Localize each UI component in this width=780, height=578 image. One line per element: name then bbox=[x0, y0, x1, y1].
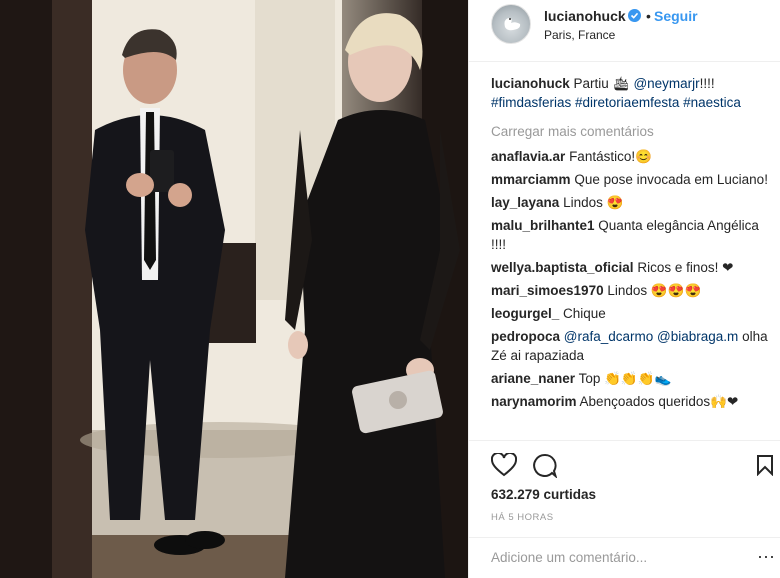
comment-item: wellya.baptista_oficial Ricos e finos! ❤ bbox=[491, 258, 775, 277]
comment-item: narynamorim Abençoados queridos🙌❤ bbox=[491, 392, 775, 411]
bookmark-icon[interactable] bbox=[756, 454, 774, 479]
comments-list: lucianohuck Partiu 🛳 @neymarjr!!!! #fimd… bbox=[491, 74, 775, 415]
add-comment-area: ··· bbox=[469, 537, 780, 578]
post-side-panel: lucianohuck • Seguir Paris, France lucia… bbox=[468, 0, 780, 578]
photo-illustration bbox=[0, 0, 468, 578]
comment-item: malu_brilhante1 Quanta elegância Angélic… bbox=[491, 216, 775, 254]
comment-text: Lindos 😍 bbox=[563, 195, 624, 210]
comment-item: ariane_naner Top 👏👏👏👟 bbox=[491, 369, 775, 388]
verified-badge-icon bbox=[628, 9, 641, 22]
header-separator: • bbox=[646, 8, 651, 24]
post-caption: lucianohuck Partiu 🛳 @neymarjr!!!! #fimd… bbox=[491, 74, 775, 112]
avatar[interactable] bbox=[491, 4, 531, 44]
follow-button[interactable]: Seguir bbox=[654, 8, 698, 24]
comment-text: Fantástico!😊 bbox=[569, 149, 652, 164]
comment-username[interactable]: anaflavia.ar bbox=[491, 149, 565, 164]
swan-icon bbox=[504, 18, 521, 31]
likes-count[interactable]: 632.279 curtidas bbox=[491, 487, 596, 502]
caption-mention[interactable]: @neymarjr bbox=[633, 76, 699, 91]
caption-hashtags[interactable]: #fimdasferias #diretoriaemfesta #naestic… bbox=[491, 95, 741, 110]
comment-text: Ricos e finos! ❤ bbox=[637, 260, 734, 275]
location-link[interactable]: Paris, France bbox=[544, 28, 615, 42]
caption-text: Partiu 🛳 bbox=[573, 76, 630, 91]
comment-username[interactable]: malu_brilhante1 bbox=[491, 218, 595, 233]
heart-icon[interactable] bbox=[490, 451, 518, 480]
comment-icon[interactable] bbox=[532, 453, 558, 481]
more-options-icon[interactable]: ··· bbox=[757, 546, 775, 567]
comment-username[interactable]: wellya.baptista_oficial bbox=[491, 260, 634, 275]
comment-mention[interactable]: @rafa_dcarmo bbox=[564, 329, 654, 344]
comment-username[interactable]: pedropoca bbox=[491, 329, 560, 344]
comment-text: Lindos 😍😍😍 bbox=[607, 283, 702, 298]
comment-item: pedropoca @rafa_dcarmo @biabraga.m olha … bbox=[491, 327, 775, 365]
comment-username[interactable]: leogurgel_ bbox=[491, 306, 559, 321]
comment-username[interactable]: narynamorim bbox=[491, 394, 577, 409]
comment-username[interactable]: mmarciamm bbox=[491, 172, 571, 187]
comment-text: Abençoados queridos🙌❤ bbox=[579, 394, 739, 409]
comment-item: lay_layana Lindos 😍 bbox=[491, 193, 775, 212]
post-time: HÁ 5 HORAS bbox=[491, 512, 554, 523]
comment-item: mmarciamm Que pose invocada em Luciano! bbox=[491, 170, 775, 189]
comment-username[interactable]: ariane_naner bbox=[491, 371, 575, 386]
instagram-post: lucianohuck • Seguir Paris, France lucia… bbox=[0, 0, 780, 578]
add-comment-input[interactable] bbox=[491, 550, 741, 565]
post-actions: 632.279 curtidas HÁ 5 HORAS ··· bbox=[469, 440, 780, 578]
caption-username[interactable]: lucianohuck bbox=[491, 76, 570, 91]
comment-item: mari_simoes1970 Lindos 😍😍😍 bbox=[491, 281, 775, 300]
comment-text: Top 👏👏👏👟 bbox=[578, 371, 672, 386]
post-photo[interactable] bbox=[0, 0, 468, 578]
caption-after-mention: !!!! bbox=[699, 76, 715, 91]
comment-item: leogurgel_ Chique bbox=[491, 304, 775, 323]
header-username[interactable]: lucianohuck bbox=[544, 8, 626, 24]
comment-mention[interactable]: @biabraga.m bbox=[657, 329, 738, 344]
comment-item: anaflavia.ar Fantástico!😊 bbox=[491, 147, 775, 166]
comment-username[interactable]: mari_simoes1970 bbox=[491, 283, 604, 298]
comment-username[interactable]: lay_layana bbox=[491, 195, 559, 210]
comment-text: Que pose invocada em Luciano! bbox=[574, 172, 768, 187]
load-more-comments-button[interactable]: Carregar mais comentários bbox=[491, 122, 775, 141]
comment-text: Chique bbox=[563, 306, 606, 321]
post-header: lucianohuck • Seguir Paris, France bbox=[469, 0, 780, 62]
